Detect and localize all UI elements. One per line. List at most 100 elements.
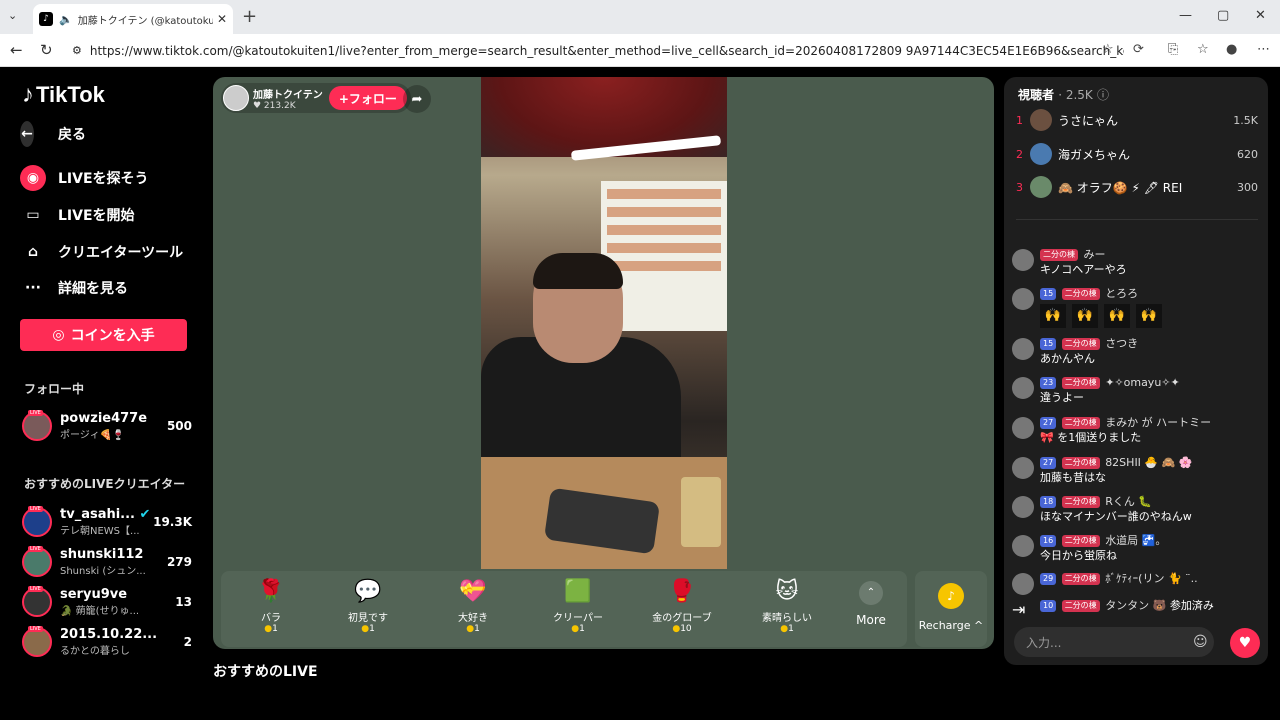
chat-input-placeholder: 入力... — [1026, 635, 1062, 650]
chat-username: ﾎﾞｹﾃｨｰ(リン 🐈 ¨.. — [1105, 572, 1198, 585]
chat-message[interactable]: 18 二分の棟 Rくん 🐛 ほなマイナンバー誰のやねんw — [1012, 494, 1260, 524]
chat-username: とろろ — [1105, 287, 1139, 300]
creator-name: seryu9ve — [60, 587, 128, 602]
chat-message[interactable]: ⇥ 10 二分の棟 タンタン 🐻 参加済み — [1012, 598, 1260, 622]
reload-icon[interactable]: ↻ — [40, 41, 53, 59]
ranking-row[interactable]: 2 海ガメちゃん 620 — [1016, 141, 1258, 167]
chat-message[interactable]: 27 二分の棟 まみか が ハートミー 🎀 を1個送りました — [1012, 415, 1260, 445]
tab-title: 加藤トクイテン (@katoutokuiten — [77, 15, 213, 27]
viewers-count: · 2.5K — [1058, 88, 1093, 102]
back-link[interactable]: ← 戻る — [20, 121, 86, 147]
chat-text: 加藤も昔はな — [1040, 471, 1106, 484]
gift-item[interactable]: 🟩 クリーパー ●1 — [538, 577, 618, 641]
maximize-icon[interactable]: ▢ — [1217, 8, 1229, 23]
chat-username: まみか が ハートミー — [1105, 416, 1212, 429]
following-creator[interactable]: LIVE powzie477e ポージィ🍕🍷 500 — [22, 408, 192, 444]
share-icon[interactable]: ➦ — [403, 85, 431, 113]
chat-message[interactable]: 23 二分の棟 ✦✧omayu✧✦ 違うよー — [1012, 375, 1260, 405]
gift-item[interactable]: 💝 大好き ●1 — [433, 577, 513, 641]
browser-tab[interactable]: ♪ 🔈 加藤トクイテン (@katoutokuiten ✕ — [33, 4, 233, 34]
recharge-button[interactable]: ♪ Recharge ^ — [915, 571, 987, 647]
close-window-icon[interactable]: ✕ — [1255, 8, 1266, 23]
rank-number: 1 — [1016, 113, 1023, 127]
gift-item[interactable]: 🥊 金のグローブ ●10 — [642, 577, 722, 641]
info-icon[interactable]: ⓘ — [1097, 88, 1109, 102]
get-coins-button[interactable]: ◎ コインを入手 — [20, 319, 187, 351]
host-avatar[interactable] — [223, 85, 249, 111]
level-badge: 29 — [1040, 573, 1057, 585]
cat-icon: 🐱 — [775, 579, 799, 604]
fan-badge: 二分の棟 — [1061, 457, 1100, 469]
fan-badge: 二分の棟 — [1061, 338, 1100, 350]
live-stage: 加藤トクイテン ♥ 213.2K +フォロー ➦ 🌹 バラ ●1 💬 初見です … — [213, 77, 994, 649]
close-tab-icon[interactable]: ✕ — [217, 12, 227, 26]
chat-text: あかんやん — [1040, 352, 1095, 365]
sidebar-item-creator-tools[interactable]: ⌂ クリエイターツール — [20, 239, 183, 265]
chat-message[interactable]: 二分の棟 みー キノコヘアーやろ — [1012, 247, 1260, 277]
like-heart-icon[interactable]: ♥ — [1230, 628, 1260, 658]
chat-message[interactable]: 16 二分の棟 水道局 🚰。 今日から蛍原ね — [1012, 533, 1260, 563]
share-page-icon[interactable]: ⎘ — [1168, 42, 1178, 57]
live-avatar-icon: ◉ — [20, 165, 46, 191]
level-badge: 16 — [1040, 535, 1057, 547]
recommended-creator[interactable]: LIVE shunski112 Shunski (シュン... 279 — [22, 544, 192, 580]
ranking-row[interactable]: 1 うさにゃん 1.5K — [1016, 107, 1258, 133]
sidebar-item-more[interactable]: ··· 詳細を見る — [20, 275, 128, 301]
tiktok-logo[interactable]: ♪ TikTok — [22, 81, 105, 109]
tiktok-page: ♪ TikTok ← 戻る ◉ LIVEを探そう ▭ LIVEを開始 ⌂ クリエ… — [4, 67, 1276, 678]
ranking-name: うさにゃん — [1058, 113, 1119, 128]
viewer-count: 19.3K — [153, 515, 192, 529]
site-info-icon[interactable]: ⚙ — [72, 44, 82, 57]
live-video[interactable] — [481, 77, 727, 569]
gift-name: 初見です — [348, 613, 388, 624]
favorites-icon[interactable]: ☆ — [1197, 42, 1209, 57]
sidebar-item-explore-live[interactable]: ◉ LIVEを探そう — [20, 165, 149, 191]
chat-message[interactable]: 15 二分の棟 とろろ 🙌 🙌 🙌 🙌 — [1012, 286, 1260, 328]
chat-panel: 視聴者 · 2.5K ⓘ 1 うさにゃん 1.5K 2 海ガメちゃん 620 3… — [1004, 77, 1268, 665]
more-gifts-button[interactable]: ⌃ More — [841, 577, 901, 641]
bookmark-star-icon[interactable]: ☆ — [1102, 42, 1114, 57]
chat-username: 水道局 🚰。 — [1105, 534, 1167, 547]
gift-item[interactable]: 🌹 バラ ●1 — [231, 577, 311, 641]
minimize-icon[interactable]: — — [1179, 8, 1192, 23]
house-icon: ⌂ — [27, 244, 39, 260]
recommended-creator[interactable]: LIVE tv_asahi... ✔ テレ朝NEWS【... 19.3K — [22, 504, 192, 540]
emoji-icon[interactable]: ☺ — [1193, 634, 1208, 650]
get-coins-label: コインを入手 — [70, 328, 155, 344]
fan-badge: 二分の棟 — [1061, 573, 1100, 585]
chat-message[interactable]: 29 二分の棟 ﾎﾞｹﾃｨｰ(リン 🐈 ¨.. — [1012, 571, 1260, 595]
chat-username: さつき — [1105, 337, 1139, 350]
gift-name: クリーパー — [553, 613, 603, 624]
fan-badge: 二分の棟 — [1040, 249, 1078, 261]
recommended-creator[interactable]: LIVE 2015.10.22... るかとの暮らし 2 — [22, 624, 192, 660]
hands-sticker-icon: 🙌 — [1072, 304, 1098, 328]
recommended-live-title: おすすめのLIVE — [213, 664, 318, 678]
chat-message[interactable]: 27 二分の棟 82SHII 🐣 🙈 🌸 加藤も昔はな — [1012, 455, 1260, 485]
hands-sticker-icon: 🙌 — [1104, 304, 1130, 328]
level-badge: 27 — [1040, 417, 1057, 429]
host-info[interactable]: 加藤トクイテン ♥ 213.2K +フォロー — [221, 83, 411, 113]
new-tab-icon[interactable]: + — [242, 6, 257, 27]
tab-list-icon[interactable]: ⌄ — [8, 9, 17, 22]
sidebar-item-start-live[interactable]: ▭ LIVEを開始 — [20, 202, 134, 228]
gift-item[interactable]: 🐱 素晴らしい ●1 — [747, 577, 827, 641]
profile-icon[interactable]: ● — [1226, 42, 1237, 57]
follow-button[interactable]: +フォロー — [328, 86, 407, 110]
extension-icon[interactable]: ⟳ — [1133, 42, 1144, 57]
sticker-row: 🙌 🙌 🙌 🙌 — [1040, 304, 1260, 328]
recommended-creator[interactable]: LIVE seryu9ve 🐊 蒴籠(せりゅ... 13 — [22, 584, 192, 620]
level-badge: 15 — [1040, 338, 1057, 350]
gift-item[interactable]: 💬 初見です ●1 — [328, 577, 408, 641]
menu-icon[interactable]: ⋯ — [1257, 42, 1270, 57]
back-arrow-icon[interactable]: ← — [10, 41, 23, 59]
chat-text: キノコヘアーやろ — [1040, 263, 1127, 276]
url-bar[interactable]: ⚙ https://www.tiktok.com/@katoutokuiten1… — [64, 38, 1124, 63]
viewers-header[interactable]: 視聴者 · 2.5K ⓘ — [1018, 86, 1109, 103]
host-likes: ♥ 213.2K — [253, 100, 296, 111]
speaker-icon[interactable]: 🔈 — [59, 13, 73, 26]
video-camera-icon: ▭ — [26, 207, 40, 223]
chat-message[interactable]: 15 二分の棟 さつき あかんやん — [1012, 336, 1260, 366]
chat-input[interactable]: 入力... — [1014, 627, 1214, 657]
ranking-row[interactable]: 3 🙈 オラフ🍪 ⚡ 🖋 REI 300 — [1016, 174, 1258, 200]
rank-number: 3 — [1016, 180, 1023, 194]
